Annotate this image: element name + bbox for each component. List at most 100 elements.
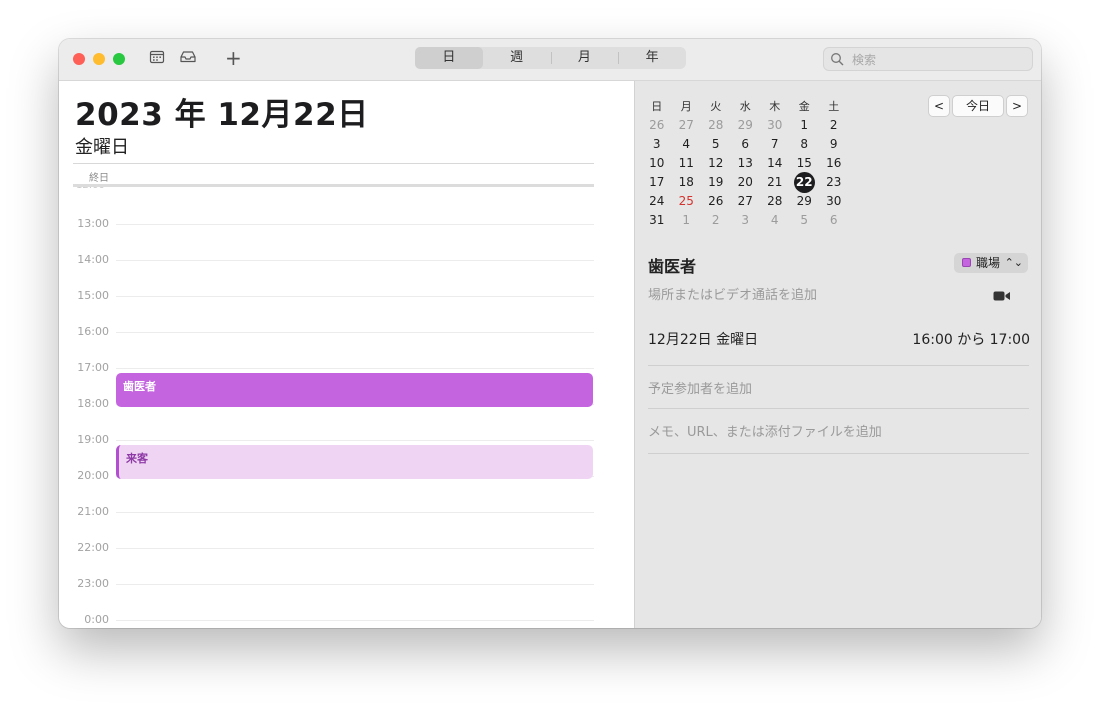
mini-day[interactable]: 3	[731, 211, 761, 230]
mini-day[interactable]: 26	[701, 192, 731, 211]
toolbar: + 日 週 月 年	[59, 39, 1041, 81]
inbox-icon[interactable]	[179, 49, 201, 69]
calendars-icon[interactable]	[149, 49, 171, 69]
mini-day[interactable]: 24	[642, 192, 672, 211]
hour-row[interactable]: 15:00	[59, 289, 633, 302]
mini-day[interactable]: 14	[760, 154, 790, 173]
mini-day-holiday[interactable]: 25	[672, 192, 702, 211]
mini-calendar-week: 3 4 5 6 7 8 9	[642, 135, 849, 154]
hour-row[interactable]: 21:00	[59, 505, 633, 518]
weekday-header: 木	[769, 100, 781, 113]
mini-day[interactable]: 1	[672, 211, 702, 230]
hour-row[interactable]: 16:00	[59, 325, 633, 338]
search-field[interactable]	[823, 47, 1033, 71]
tab-week[interactable]: 週	[483, 47, 551, 69]
next-button[interactable]: >	[1006, 95, 1028, 117]
mini-day[interactable]: 4	[760, 211, 790, 230]
calendar-window: + 日 週 月 年 2023 年 12月22日 金曜日 終日 12:00 13:…	[59, 39, 1041, 628]
video-camera-icon[interactable]	[993, 287, 1011, 306]
tab-month[interactable]: 月	[550, 47, 619, 69]
divider	[73, 163, 594, 164]
tab-day[interactable]: 日	[415, 47, 483, 69]
hour-row[interactable]: 22:00	[59, 541, 633, 554]
mini-day[interactable]: 13	[731, 154, 761, 173]
chevron-updown-icon: ⌃⌄	[1004, 256, 1023, 269]
mini-day[interactable]: 7	[760, 135, 790, 154]
event-title-field[interactable]: 歯医者	[648, 253, 696, 277]
mini-day[interactable]: 31	[642, 211, 672, 230]
weekday-header: 日	[651, 100, 663, 113]
minimize-button[interactable]	[93, 53, 105, 65]
hour-row[interactable]: 13:00	[59, 217, 633, 230]
mini-day[interactable]: 23	[819, 173, 849, 192]
search-icon	[830, 51, 844, 70]
mini-day[interactable]: 4	[672, 135, 702, 154]
weekday-header: 火	[710, 100, 722, 113]
mini-day[interactable]: 12	[701, 154, 731, 173]
mini-day[interactable]: 2	[819, 116, 849, 135]
mini-day[interactable]: 27	[731, 192, 761, 211]
mini-day-selected[interactable]: 22	[790, 172, 820, 193]
mini-day[interactable]: 30	[819, 192, 849, 211]
mini-day[interactable]: 29	[731, 116, 761, 135]
mini-calendar-week: 31 1 2 3 4 5 6	[642, 211, 849, 230]
mini-day[interactable]: 15	[790, 154, 820, 173]
hour-row[interactable]: 0:00	[59, 613, 633, 626]
event-title: 来客	[126, 452, 148, 465]
calendar-selector[interactable]: 職場 ⌃⌄	[954, 253, 1028, 273]
mini-day[interactable]: 29	[790, 192, 820, 211]
today-button[interactable]: 今日	[952, 95, 1004, 117]
mini-day[interactable]: 30	[760, 116, 790, 135]
mini-day[interactable]: 5	[790, 211, 820, 230]
mini-day[interactable]: 21	[760, 173, 790, 192]
hour-label: 20:00	[77, 469, 109, 482]
search-input[interactable]	[850, 49, 1024, 71]
event-time[interactable]: 16:00 から 17:00	[912, 329, 1030, 349]
mini-day[interactable]: 20	[731, 173, 761, 192]
mini-day[interactable]: 17	[642, 173, 672, 192]
mini-calendar-week: 24 25 26 27 28 29 30	[642, 192, 849, 211]
zoom-button[interactable]	[113, 53, 125, 65]
mini-day[interactable]: 11	[672, 154, 702, 173]
hour-row[interactable]: 17:00	[59, 361, 633, 374]
mini-day[interactable]: 28	[760, 192, 790, 211]
hour-label: 23:00	[77, 577, 109, 590]
mini-day[interactable]: 6	[819, 211, 849, 230]
event-date[interactable]: 12月22日 金曜日	[648, 329, 758, 349]
mini-day[interactable]: 1	[790, 116, 820, 135]
close-button[interactable]	[73, 53, 85, 65]
mini-day[interactable]: 2	[701, 211, 731, 230]
mini-day[interactable]: 26	[642, 116, 672, 135]
divider	[648, 453, 1029, 454]
mini-day[interactable]: 16	[819, 154, 849, 173]
tab-year[interactable]: 年	[618, 47, 686, 69]
divider	[648, 365, 1029, 366]
event-dentist[interactable]: 歯医者	[116, 373, 593, 407]
mini-calendar: 日 月 火 水 木 金 土 26 27 28 29 30 1 2 3 4 5 6…	[642, 97, 849, 230]
mini-day[interactable]: 6	[731, 135, 761, 154]
mini-day[interactable]: 18	[672, 173, 702, 192]
mini-day[interactable]: 5	[701, 135, 731, 154]
notes-field[interactable]: メモ、URL、または添付ファイルを追加	[648, 421, 882, 440]
hour-label: 0:00	[84, 613, 109, 626]
mini-day[interactable]: 27	[672, 116, 702, 135]
mini-day[interactable]: 10	[642, 154, 672, 173]
location-field[interactable]: 場所またはビデオ通話を追加	[648, 284, 817, 303]
hour-row[interactable]: 23:00	[59, 577, 633, 590]
hour-row[interactable]: 19:00	[59, 433, 633, 446]
invitees-field[interactable]: 予定参加者を追加	[648, 378, 752, 397]
weekday-header: 金	[798, 100, 810, 113]
mini-day[interactable]: 8	[790, 135, 820, 154]
mini-day[interactable]: 19	[701, 173, 731, 192]
mini-day[interactable]: 3	[642, 135, 672, 154]
mini-day[interactable]: 28	[701, 116, 731, 135]
hour-label: 17:00	[77, 361, 109, 374]
weekday-header: 水	[739, 100, 751, 113]
mini-calendar-week: 10 11 12 13 14 15 16	[642, 154, 849, 173]
date-navigation: < 今日 >	[928, 95, 1028, 117]
event-guest[interactable]: 来客	[116, 445, 593, 479]
add-event-button[interactable]: +	[225, 46, 242, 70]
hour-row[interactable]: 14:00	[59, 253, 633, 266]
previous-button[interactable]: <	[928, 95, 950, 117]
mini-day[interactable]: 9	[819, 135, 849, 154]
